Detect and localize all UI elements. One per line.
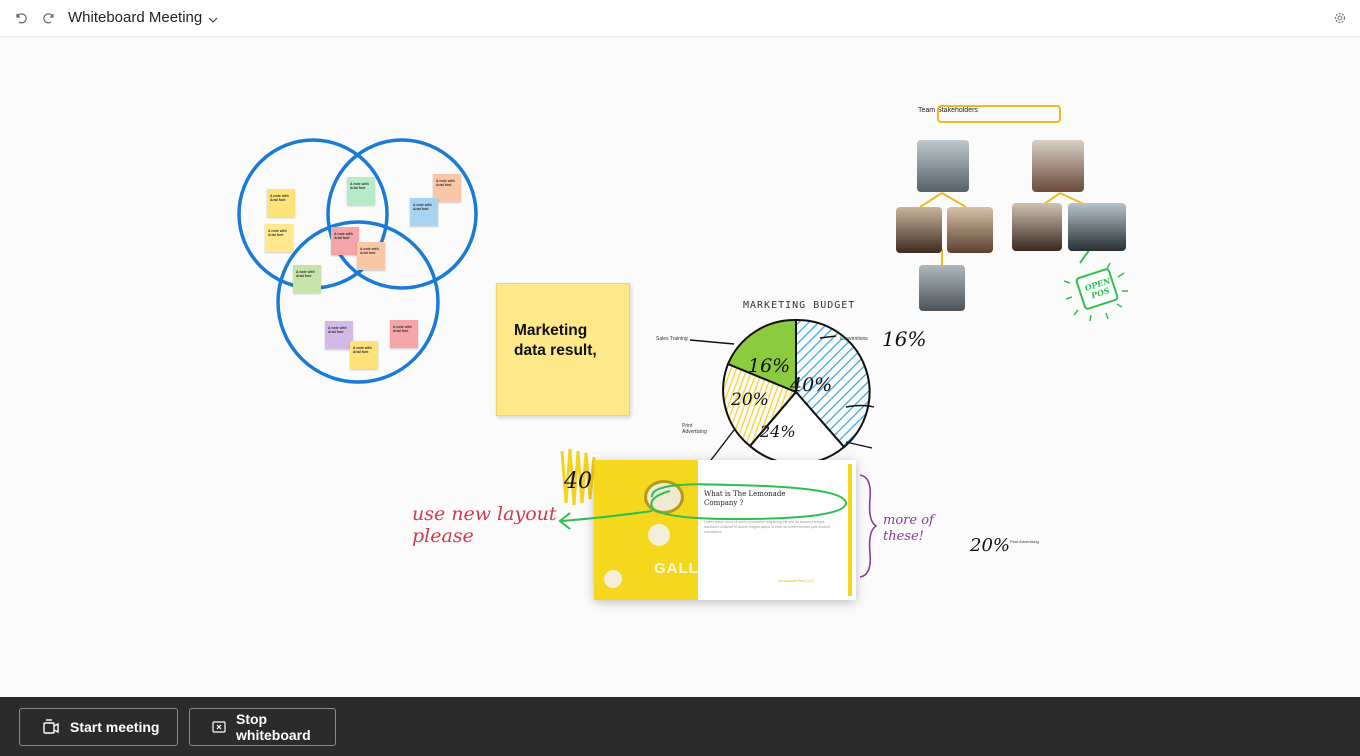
marketing-sticky-note[interactable]: Marketing data result, [496,283,630,416]
close-whiteboard-icon [212,721,226,733]
pie-value: 16% [748,355,791,377]
undo-icon[interactable] [14,10,30,26]
start-meeting-label: Start meeting [70,719,160,735]
annotation-right: more of these! [883,513,934,544]
pie-label-sales-training: Sales Training [656,336,688,342]
stakeholder-avatar[interactable] [896,207,942,253]
stop-whiteboard-button[interactable]: Stop whiteboard [189,708,336,746]
pie-value: 40% [790,374,833,396]
pie-value: 24% [760,422,796,441]
sticky-note[interactable]: A note with Arial font [331,227,359,255]
pie-title: MARKETING BUDGET [743,300,856,311]
meeting-bar: Start meeting Stop whiteboard [0,697,1360,756]
sticky-note[interactable]: A note with Arial font [325,321,353,349]
title-highlight-box [937,105,1061,123]
stop-whiteboard-label: Stop whiteboard [236,711,311,743]
purple-brace [859,474,878,578]
sticky-note[interactable]: A note with Arial font [410,198,438,226]
meeting-icon [42,719,60,735]
sticky-note[interactable]: A note with Arial font [347,177,375,205]
whiteboard-canvas[interactable]: A note with Arial font A note with Arial… [0,37,1360,734]
sticky-note[interactable]: A note with Arial font [390,320,418,348]
sticky-note-text: Marketing data result, [514,322,597,359]
stakeholder-avatar[interactable] [1032,140,1084,192]
whiteboard-title[interactable]: Whiteboard Meeting [68,9,202,26]
stakeholder-avatar[interactable] [919,265,965,311]
title-bar: Whiteboard Meeting [0,0,1360,37]
sticky-note[interactable]: A note with Arial font [357,242,385,270]
chevron-down-icon[interactable] [207,12,219,30]
stakeholder-avatar[interactable] [917,140,969,192]
stakeholder-avatar[interactable] [947,207,993,253]
pie-value: 20% [731,390,769,410]
callout-value: 20% [970,535,1011,556]
pie-label-print-advertising: Print Advertising [682,423,707,435]
card-footer: Lemonade Bar | LLC [778,578,815,583]
stakeholder-avatar[interactable] [1012,203,1062,251]
stakeholder-avatar[interactable] [1068,203,1126,251]
callout-value: 16% [882,327,927,351]
sticky-note[interactable]: A note with Arial font [265,224,293,252]
gear-icon[interactable] [1332,10,1348,26]
annotation-left: use new layout please [412,503,557,547]
green-ink-arrow [558,483,848,530]
card-gallery-text: GALLERY [654,560,733,577]
sticky-note[interactable]: A note with Arial font [350,341,378,369]
sticky-note[interactable]: A note with Arial font [267,189,295,217]
start-meeting-button[interactable]: Start meeting [19,708,178,746]
callout-label: Print Advertising [1010,539,1039,544]
pie-label-conventions: Conventions [840,336,868,342]
redo-icon[interactable] [40,10,56,26]
sticky-note[interactable]: A note with Arial font [293,265,321,293]
